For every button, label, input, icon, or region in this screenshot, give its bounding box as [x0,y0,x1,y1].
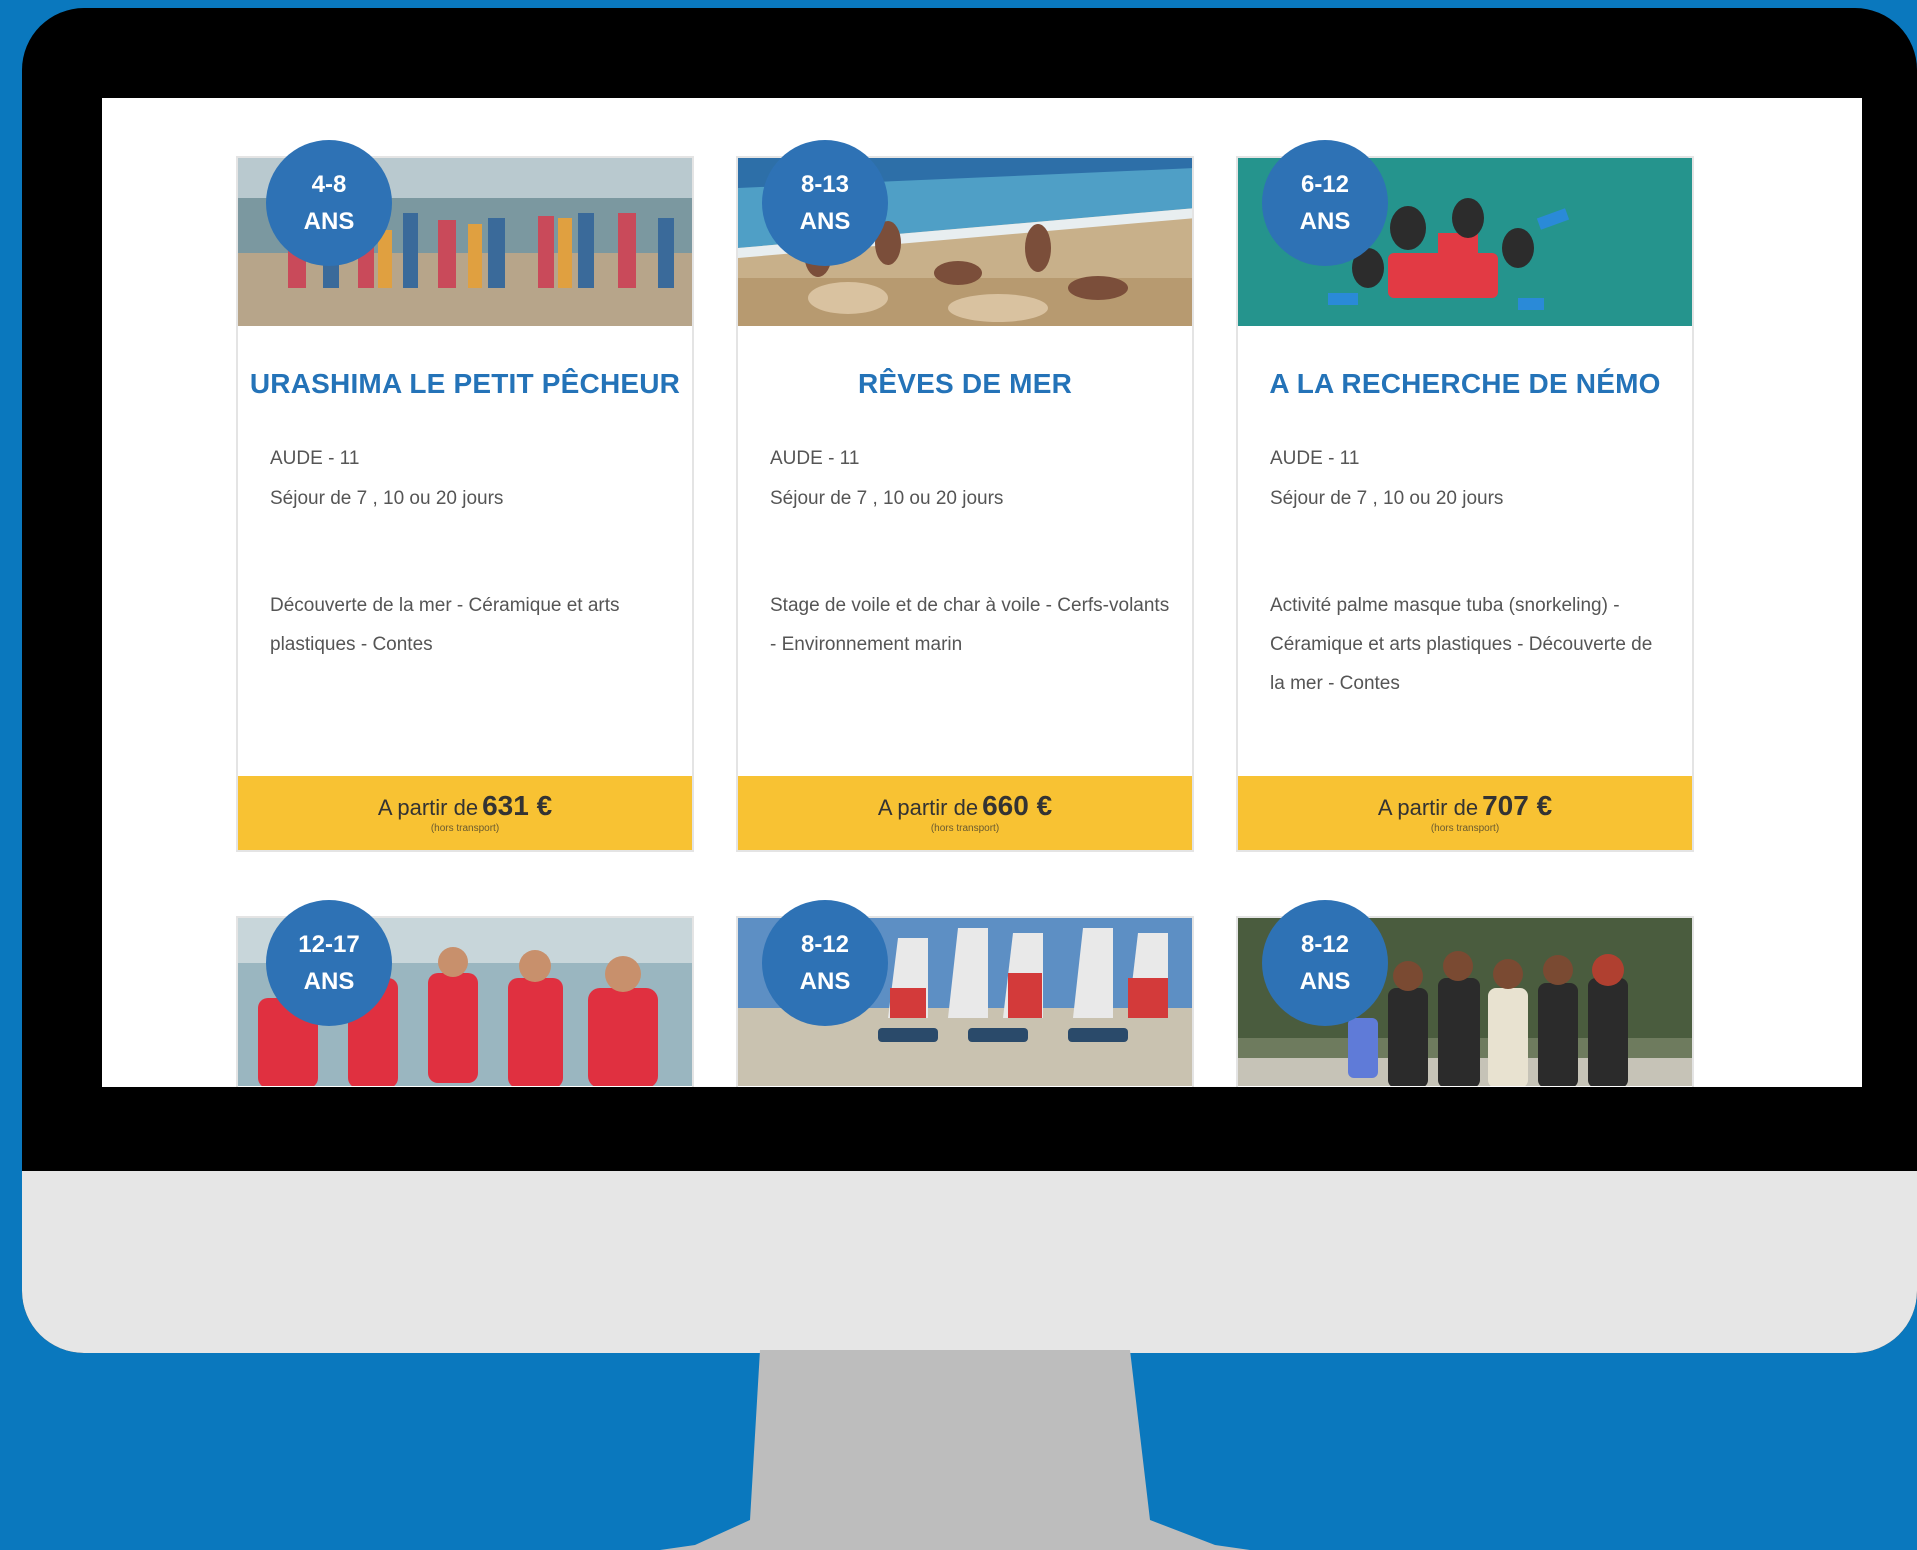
price-amount: 660 € [982,790,1053,821]
camp-activities: Activité palme masque tuba (snorkeling) … [1270,595,1653,694]
price-amount: 631 € [482,790,553,821]
monitor-stand [660,1350,1250,1550]
age-badge: 8-12 ANS [762,900,888,1026]
price-amount: 707 € [1482,790,1553,821]
price-bar[interactable]: A partir de 631 € (hors transport) [238,776,692,850]
price-prefix: A partir de [377,795,479,820]
camp-duration: Séjour de 7 , 10 ou 20 jours [270,488,504,509]
camp-title[interactable]: A LA RECHERCHE DE NÉMO [1238,368,1692,400]
camp-duration: Séjour de 7 , 10 ou 20 jours [770,488,1004,509]
age-unit: ANS [1299,968,1351,995]
age-unit: ANS [799,968,851,995]
screen: 4-8 ANS URASHIMA LE PETIT PÊCHEUR AUDE -… [102,98,1862,1087]
camp-activities: Découverte de la mer - Céramique et arts… [270,595,620,655]
price-note: (hors transport) [430,823,500,834]
price-note: (hors transport) [1430,823,1500,834]
age-badge: 6-12 ANS [1262,140,1388,266]
age-range: 12-17 [298,931,360,958]
age-range: 8-13 [800,171,850,198]
camp-title[interactable]: URASHIMA LE PETIT PÊCHEUR [238,368,692,400]
age-unit: ANS [303,968,355,995]
camp-card-reves-de-mer[interactable]: 8-13 ANS RÊVES DE MER AUDE - 11 Séjour d… [736,140,1194,852]
price-bar[interactable]: A partir de 660 € (hors transport) [738,776,1192,850]
price-prefix: A partir de [877,795,979,820]
age-unit: ANS [1299,208,1351,235]
camp-location: AUDE - 11 [770,448,860,469]
price-prefix: A partir de [1377,795,1479,820]
camp-card-row2-2[interactable]: 8-12 ANS [736,900,1194,1087]
age-badge: 8-12 ANS [1262,900,1388,1026]
camp-title[interactable]: RÊVES DE MER [738,368,1192,400]
price-note: (hors transport) [930,823,1000,834]
camp-location: AUDE - 11 [270,448,360,469]
camp-card-row2-1[interactable]: 12-17 ANS [236,900,694,1087]
age-range: 4-8 [311,171,347,198]
camp-card-row2-3[interactable]: 8-12 ANS [1236,900,1694,1087]
monitor-chin [22,1171,1917,1353]
age-badge: 8-13 ANS [762,140,888,266]
camp-location: AUDE - 11 [1270,448,1360,469]
age-unit: ANS [799,208,851,235]
age-range: 6-12 [1300,171,1350,198]
camp-duration: Séjour de 7 , 10 ou 20 jours [1270,488,1504,509]
camp-card-urashima[interactable]: 4-8 ANS URASHIMA LE PETIT PÊCHEUR AUDE -… [236,140,694,852]
camp-card-nemo[interactable]: 6-12 ANS A LA RECHERCHE DE NÉMO AUDE - 1… [1236,140,1694,852]
age-badge: 4-8 ANS [266,140,392,266]
age-range: 8-12 [1300,931,1350,958]
age-range: 8-12 [800,931,850,958]
price-bar[interactable]: A partir de 707 € (hors transport) [1238,776,1692,850]
camp-activities: Stage de voile et de char à voile - Cerf… [770,595,1170,655]
age-badge: 12-17 ANS [266,900,392,1026]
age-unit: ANS [303,208,355,235]
